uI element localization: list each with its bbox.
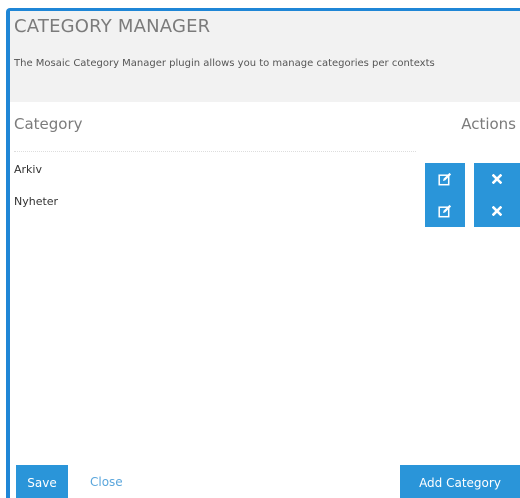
edit-button[interactable] [425,195,465,227]
add-category-button[interactable]: Add Category [400,465,520,498]
edit-button[interactable] [425,163,465,195]
edit-icon [438,204,452,218]
close-icon [492,174,502,184]
edit-icon [438,172,452,186]
close-link[interactable]: Close [90,475,123,489]
column-header-actions: Actions [461,115,516,133]
delete-button[interactable] [474,163,520,195]
category-manager-dialog: CATEGORY MANAGER The Mosaic Category Man… [6,8,520,498]
header-divider [14,151,416,152]
category-name: Nyheter [14,195,59,208]
column-header-category: Category [14,115,83,133]
delete-button[interactable] [474,195,520,227]
dialog-title: CATEGORY MANAGER [14,16,211,37]
category-name: Arkiv [14,163,42,176]
table-row: Nyheter [10,195,520,227]
save-button[interactable]: Save [16,465,68,498]
close-icon [492,206,502,216]
dialog-description: The Mosaic Category Manager plugin allow… [14,58,435,69]
dialog-header: CATEGORY MANAGER The Mosaic Category Man… [10,11,520,102]
table-row: Arkiv [10,163,520,195]
